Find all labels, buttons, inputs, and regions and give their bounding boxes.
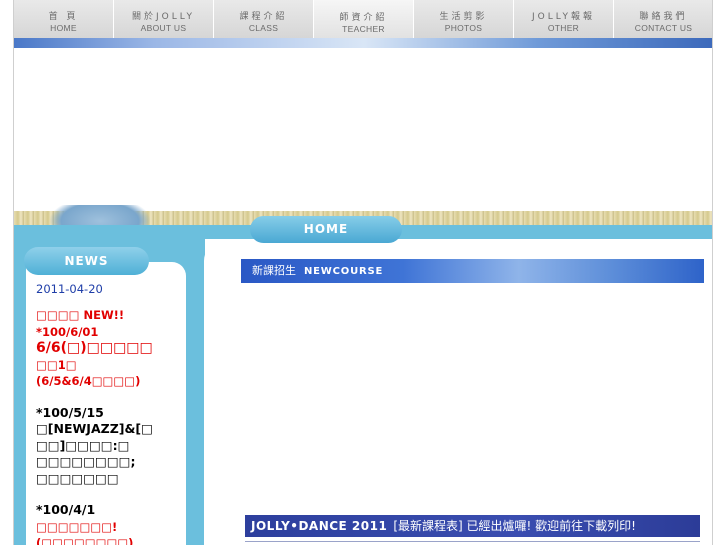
nav-home-zh: 首 頁 (48, 12, 79, 22)
news-line: □□]□□□□:□ (36, 437, 130, 453)
nav-other-zh: JOLLY報報 (531, 12, 596, 22)
banner-brand: JOLLY•DANCE 2011 (251, 519, 388, 533)
news-line: 6/6(□)□□□□□ (36, 340, 153, 356)
nav-home[interactable]: 首 頁 HOME (14, 0, 114, 38)
news-line: *100/6/01 (36, 324, 99, 339)
top-nav: 首 頁 HOME 關於JOLLY ABOUT US 課程介紹 CLASS 師資介… (14, 0, 712, 39)
news-line: *100/4/1 (36, 502, 96, 517)
nav-photos[interactable]: 生活剪影 PHOTOS (414, 0, 514, 38)
news-date: 2011-04-20 (36, 282, 103, 296)
nav-teacher[interactable]: 師資介紹 TEACHER (314, 0, 414, 38)
nav-home-en: HOME (50, 23, 77, 33)
nav-contact-zh: 聯絡我們 (639, 12, 688, 22)
page-frame: 首 頁 HOME 關於JOLLY ABOUT US 課程介紹 CLASS 師資介… (13, 0, 713, 545)
news-line: *100/5/15 (36, 404, 104, 420)
news-body: □□□□ NEW!! *100/6/01 6/6(□)□□□□□ □□1□ (6… (36, 307, 186, 545)
nav-photos-zh: 生活剪影 (439, 12, 488, 22)
home-heading: HOME (250, 216, 402, 243)
nav-other[interactable]: JOLLY報報 OTHER (514, 0, 614, 38)
news-line: (6/5&6/4□□□□) (36, 374, 141, 388)
news-line: □□1□ (36, 357, 77, 372)
banner-text: [最新課程表] 已經出爐囉! 歡迎前往下載列印! (393, 519, 636, 533)
flash-area (14, 48, 712, 211)
nav-class-en: CLASS (248, 23, 279, 33)
divider (245, 541, 700, 542)
news-line: □□□□□□□□; (36, 454, 136, 469)
news-line: □□□□□□□! (36, 519, 118, 534)
section-title-zh: 新課招生 (252, 264, 296, 277)
nav-contact[interactable]: 聯絡我們 CONTACT US (614, 0, 712, 38)
nav-teacher-zh: 師資介紹 (339, 13, 388, 23)
nav-class-zh: 課程介紹 (239, 12, 288, 22)
news-heading: NEWS (24, 247, 149, 275)
nav-about-en: ABOUT US (140, 23, 187, 33)
news-line: □□□□□□□ (36, 470, 119, 486)
news-line: (□□□□□□□□) (36, 536, 134, 545)
schedule-banner[interactable]: JOLLY•DANCE 2011 [最新課程表] 已經出爐囉! 歡迎前往下載列印! (245, 515, 700, 537)
nav-contact-en: CONTACT US (634, 23, 693, 33)
main-panel (204, 239, 712, 545)
nav-teacher-en: TEACHER (342, 24, 385, 34)
nav-about[interactable]: 關於JOLLY ABOUT US (114, 0, 214, 38)
news-line[interactable]: □□□□ NEW!! (36, 307, 186, 324)
sky-strip (14, 38, 712, 48)
nav-class[interactable]: 課程介紹 CLASS (214, 0, 314, 38)
nav-about-zh: 關於JOLLY (131, 12, 196, 22)
nav-photos-en: PHOTOS (444, 23, 483, 33)
newcourse-bar: 新課招生 NEWCOURSE (241, 259, 704, 283)
section-title-en: NEWCOURSE (304, 266, 384, 277)
news-line: □[NEWJAZZ]&[□ (36, 421, 153, 436)
nav-other-en: OTHER (547, 23, 580, 33)
